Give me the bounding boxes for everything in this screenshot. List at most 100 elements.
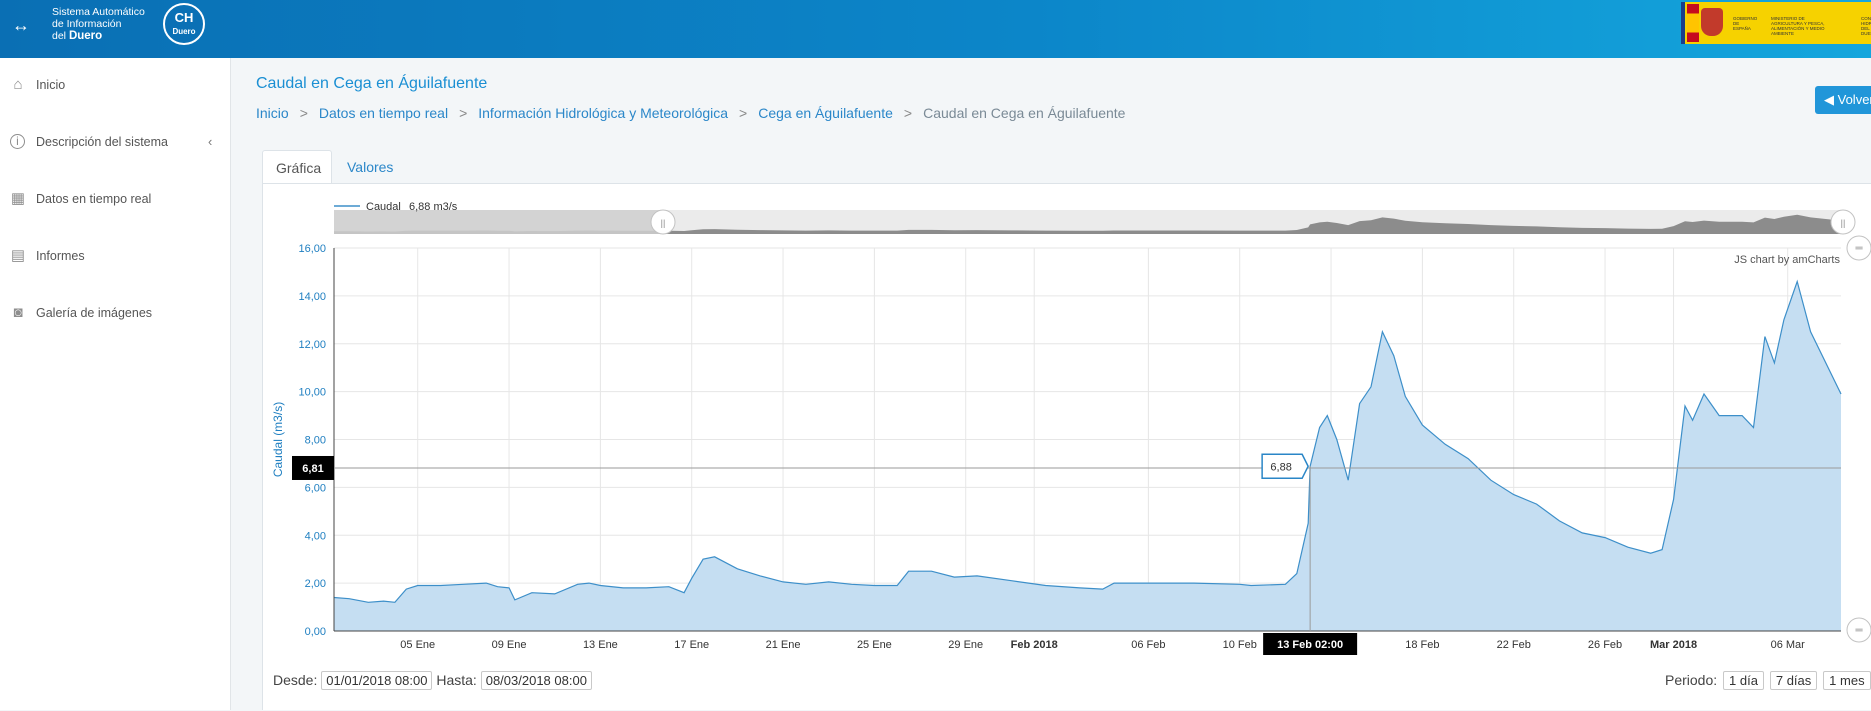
arrow-left-circle-icon: ◀	[1824, 92, 1834, 107]
sidebar-item-label: Descripción del sistema	[36, 135, 168, 149]
gov-text-2: MINISTERIO DE AGRICULTURA Y PESCA, ALIME…	[1771, 16, 1825, 36]
flow-chart[interactable]: 0,00 2,00 4,00 6,00 8,00 10,00 12,00 14,00 16,00…	[263, 184, 1871, 711]
breadcrumb-separator-icon: >	[459, 105, 468, 121]
sidebar-item-descripcion[interactable]: i Descripción del sistema ‹	[0, 122, 231, 162]
brand-line-3: del Duero	[52, 30, 145, 42]
sidebar: ⌂ Inicio i Descripción del sistema ‹ ▦ D…	[0, 58, 231, 710]
breadcrumb-separator-icon: >	[739, 105, 748, 121]
breadcrumb-current: Caudal en Cega en Águilafuente	[923, 105, 1126, 121]
sidebar-item-inicio[interactable]: ⌂ Inicio	[0, 65, 231, 105]
y-tick-label: 6,00	[305, 482, 326, 494]
brand-title[interactable]: Sistema Automático de Información del Du…	[52, 6, 145, 42]
chduero-logo[interactable]: CH Duero	[163, 3, 205, 45]
period-1-month-button[interactable]: 1 mes	[1823, 671, 1871, 690]
breadcrumb-info-hidrologica[interactable]: Información Hidrológica y Meteorológica	[478, 105, 728, 121]
scrollbar-right-grip-icon: ||	[1841, 218, 1846, 228]
brand-line-2: de Información	[52, 18, 122, 30]
brand-line-1: Sistema Automático	[52, 6, 145, 18]
logo-top-text: CH	[174, 10, 194, 25]
period-controls: Periodo: 1 día 7 días 1 mes	[1665, 671, 1871, 690]
sidebar-item-informes[interactable]: ▤ Informes	[0, 236, 231, 276]
sidebar-item-label: Informes	[36, 249, 85, 263]
y-tick-label: 8,00	[305, 435, 326, 447]
info-icon: i	[10, 134, 25, 149]
x-tick-label: 06 Mar	[1771, 639, 1806, 651]
gov-text-1: GOBIERNO DE ESPAÑA	[1733, 16, 1758, 31]
back-button[interactable]: ◀ Volver	[1815, 86, 1871, 114]
sidebar-item-label: Datos en tiempo real	[36, 192, 152, 206]
cursor-x-label: 13 Feb 02:00	[1277, 639, 1343, 651]
desde-input[interactable]: 01/01/2018 08:00	[321, 671, 433, 690]
chart-panel: 0,00 2,00 4,00 6,00 8,00 10,00 12,00 14,00 16,00…	[262, 183, 1871, 710]
x-tick-label: 13 Ene	[583, 639, 618, 651]
legend-series-name: Caudal	[366, 201, 401, 213]
x-tick-label: 26 Feb	[1588, 639, 1622, 651]
hasta-label: Hasta:	[436, 672, 477, 688]
x-tick-label: 06 Feb	[1131, 639, 1165, 651]
brand-line-3-prefix: del	[52, 30, 67, 42]
x-tick-label: 10 Feb	[1223, 639, 1257, 651]
breadcrumb-separator-icon: >	[903, 105, 913, 121]
breadcrumb-cega-aguilafuente[interactable]: Cega en Águilafuente	[758, 105, 893, 121]
page-title: Caudal en Cega en Águilafuente	[256, 75, 488, 92]
table-clock-icon: ▦	[10, 190, 26, 207]
sidebar-item-galeria[interactable]: ◙ Galería de imágenes	[0, 293, 231, 333]
x-tick-label: 18 Feb	[1405, 639, 1439, 651]
x-tick-label: Mar 2018	[1650, 639, 1697, 651]
sidebar-item-label: Inicio	[36, 78, 66, 92]
y-tick-label: 16,00	[298, 243, 326, 255]
x-tick-label: 09 Ene	[492, 639, 527, 651]
breadcrumb-separator-icon: >	[299, 105, 308, 121]
y-tick-label: 12,00	[298, 339, 326, 351]
menu-toggle-icon[interactable]: ↔	[10, 14, 32, 36]
y-tick-label: 0,00	[305, 626, 326, 638]
logo-bottom-text: Duero	[172, 27, 196, 36]
tab-grafica[interactable]: Gráfica	[262, 150, 332, 184]
gov-text-3: CONFEDERACIÓN HIDROGRÁFICA DEL DUERO	[1861, 16, 1871, 36]
chevron-left-icon[interactable]: ‹	[208, 134, 212, 149]
desde-label: Desde:	[273, 672, 318, 688]
y-tick-label: 2,00	[305, 578, 326, 590]
x-tick-label: 29 Ene	[948, 639, 983, 651]
tab-valores[interactable]: Valores	[334, 150, 414, 184]
value-scroll-bottom-grip-icon: ═	[1854, 625, 1863, 636]
government-logo: GOBIERNO DE ESPAÑA MINISTERIO DE AGRICUL…	[1681, 2, 1871, 44]
x-tick-label: 17 Ene	[674, 639, 709, 651]
breadcrumb-inicio[interactable]: Inicio	[256, 105, 289, 121]
breadcrumb-datos-tiempo-real[interactable]: Datos en tiempo real	[319, 105, 448, 121]
y-axis-label: Caudal (m3/s)	[271, 402, 285, 477]
period-7-days-button[interactable]: 7 días	[1769, 671, 1818, 690]
date-range-controls: Desde: 01/01/2018 08:00 Hasta: 08/03/201…	[273, 671, 592, 690]
sidebar-item-label: Galería de imágenes	[36, 306, 153, 320]
period-1-day-button[interactable]: 1 día	[1723, 671, 1764, 690]
y-tick-label: 4,00	[305, 530, 326, 542]
document-icon: ▤	[10, 247, 26, 264]
x-tick-label: 05 Ene	[400, 639, 435, 651]
periodo-label: Periodo:	[1665, 672, 1718, 688]
sidebar-item-datos-tiempo-real[interactable]: ▦ Datos en tiempo real	[0, 179, 231, 219]
scrollbar-unselected-region	[334, 210, 663, 234]
scrollbar-left-grip-icon: ||	[661, 218, 666, 228]
amcharts-credit: JS chart by amCharts	[1734, 254, 1840, 266]
x-tick-label: 25 Ene	[857, 639, 892, 651]
series-area-caudal	[334, 281, 1841, 631]
camera-icon: ◙	[13, 304, 23, 321]
x-tick-label: 21 Ene	[766, 639, 801, 651]
legend-value: 6,88 m3/s	[409, 201, 458, 213]
y-tick-label: 10,00	[298, 387, 326, 399]
y-tick-label: 14,00	[298, 291, 326, 303]
top-bar: ↔ Sistema Automático de Información del …	[0, 0, 1871, 58]
breadcrumb: Inicio > Datos en tiempo real > Información …	[256, 105, 1125, 121]
hasta-input[interactable]: 08/03/2018 08:00	[480, 671, 592, 690]
value-balloon-label: 6,88	[1270, 461, 1291, 473]
x-tick-label: 22 Feb	[1497, 639, 1531, 651]
cursor-y-label: 6,81	[302, 463, 323, 475]
value-scroll-top-grip-icon: ═	[1854, 243, 1863, 254]
brand-line-3-bold: Duero	[68, 30, 103, 42]
home-icon: ⌂	[13, 76, 23, 93]
coat-of-arms-icon	[1701, 8, 1723, 36]
back-button-label: Volver	[1837, 92, 1871, 107]
eu-flag-icon	[1681, 2, 1685, 44]
spain-flag-icon	[1687, 4, 1699, 42]
x-tick-label: Feb 2018	[1011, 639, 1058, 651]
